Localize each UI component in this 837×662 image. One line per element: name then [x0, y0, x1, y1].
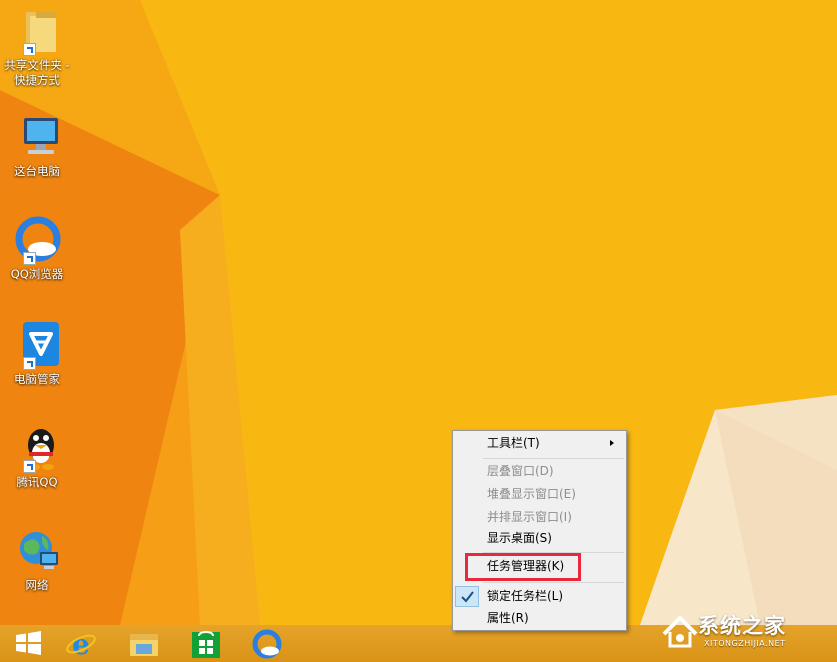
desktop-icon-label: 这台电脑 [0, 164, 74, 179]
taskbar-file-explorer[interactable] [114, 625, 170, 662]
desktop-icon-label: 电脑管家 [0, 372, 74, 387]
menu-item-task-manager[interactable]: 任务管理器(K) [455, 556, 624, 577]
menu-item-label: 工具栏(T) [487, 436, 540, 450]
menu-item-stack-windows[interactable]: 堆叠显示窗口(E) [455, 484, 624, 505]
menu-separator [483, 582, 624, 583]
checkmark-icon [455, 586, 479, 607]
menu-item-label: 任务管理器(K) [487, 559, 564, 573]
desktop-icon-network[interactable]: 网络 [0, 526, 74, 593]
taskbar-context-menu: 工具栏(T) 层叠窗口(D) 堆叠显示窗口(E) 并排显示窗口(I) 显示桌面(… [452, 430, 627, 631]
watermark-house-icon [660, 612, 700, 652]
menu-separator [483, 458, 624, 459]
menu-item-lock-taskbar[interactable]: 锁定任务栏(L) [455, 586, 624, 607]
store-icon [189, 628, 223, 660]
menu-item-properties[interactable]: 属性(R) [455, 608, 624, 629]
start-button[interactable] [0, 625, 56, 662]
shortcut-arrow-icon [23, 43, 36, 56]
watermark-text: 系统之家 [698, 610, 786, 640]
watermark-url: XITONGZHIJIA.NET [704, 639, 786, 648]
shortcut-arrow-icon [23, 357, 36, 370]
computer-icon [12, 112, 62, 162]
menu-item-toolbars[interactable]: 工具栏(T) [455, 433, 624, 454]
shortcut-arrow-icon [23, 252, 36, 265]
menu-separator [483, 552, 624, 553]
file-explorer-icon [127, 628, 161, 660]
svg-text:e: e [72, 628, 90, 660]
shortcut-arrow-icon [23, 460, 36, 473]
desktop-icon-this-pc[interactable]: 这台电脑 [0, 112, 74, 179]
taskbar-qq-browser[interactable] [238, 625, 294, 662]
submenu-arrow-icon [610, 440, 614, 446]
wallpaper [0, 0, 837, 625]
menu-item-label: 并排显示窗口(I) [487, 510, 572, 524]
menu-item-cascade-windows[interactable]: 层叠窗口(D) [455, 461, 624, 482]
menu-item-label: 层叠窗口(D) [487, 464, 554, 478]
desktop-icon-label: 网络 [0, 578, 74, 593]
taskbar-internet-explorer[interactable]: e [52, 625, 108, 662]
menu-item-label: 锁定任务栏(L) [487, 589, 563, 603]
menu-item-show-desktop[interactable]: 显示桌面(S) [455, 528, 624, 549]
desktop-icon-label: 腾讯QQ [0, 475, 74, 490]
desktop-icon-tencent-qq[interactable]: 腾讯QQ [0, 423, 74, 490]
desktop[interactable]: 共享文件夹 - 快捷方式 这台电脑 QQ浏览器 [0, 0, 837, 625]
qq-penguin-icon [12, 423, 62, 473]
menu-item-label: 属性(R) [487, 611, 529, 625]
desktop-icon-pc-manager[interactable]: 电脑管家 [0, 320, 74, 387]
qq-browser-icon [12, 215, 62, 265]
desktop-icon-qq-browser[interactable]: QQ浏览器 [0, 215, 74, 282]
menu-item-side-by-side[interactable]: 并排显示窗口(I) [455, 507, 624, 528]
taskbar-store[interactable] [176, 625, 232, 662]
qq-browser-icon [251, 628, 285, 660]
desktop-icon-label: 共享文件夹 - 快捷方式 [0, 58, 74, 88]
start-icon [13, 628, 43, 658]
menu-item-label: 堆叠显示窗口(E) [487, 487, 576, 501]
desktop-icon-shared-folder[interactable]: 共享文件夹 - 快捷方式 [0, 6, 74, 88]
desktop-icon-label: QQ浏览器 [0, 267, 74, 282]
menu-item-label: 显示桌面(S) [487, 531, 552, 545]
pc-manager-icon [12, 320, 62, 370]
network-icon [12, 526, 62, 576]
watermark: 系统之家 XITONGZHIJIA.NET [660, 606, 832, 658]
internet-explorer-icon: e [65, 628, 99, 660]
folder-shortcut-icon [12, 6, 62, 56]
